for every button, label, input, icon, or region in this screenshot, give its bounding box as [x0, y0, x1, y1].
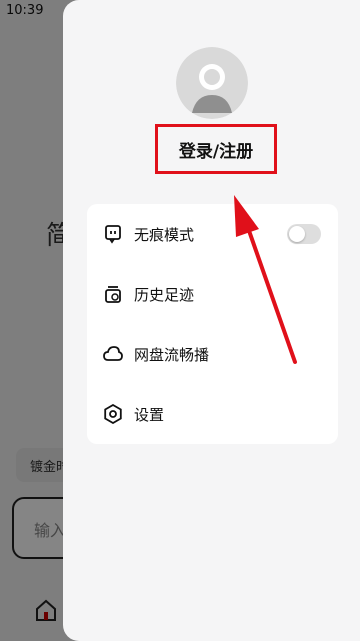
settings-icon: [104, 404, 122, 424]
menu-item-label: 设置: [134, 405, 165, 424]
menu-item-label: 历史足迹: [134, 285, 195, 304]
menu-item-history[interactable]: 历史足迹: [87, 264, 338, 324]
incognito-toggle[interactable]: [287, 224, 321, 244]
history-icon: [105, 286, 121, 303]
menu-item-incognito[interactable]: 无痕模式: [87, 204, 338, 264]
menu-item-settings[interactable]: 设置: [87, 384, 338, 444]
menu-item-label: 无痕模式: [134, 225, 195, 244]
side-drawer: 登录/注册 无痕模式 历史足迹 网盘流畅播 设置: [63, 0, 360, 641]
login-highlight-box: 登录/注册: [155, 124, 277, 174]
avatar[interactable]: [176, 47, 248, 119]
menu-card: 无痕模式 历史足迹 网盘流畅播 设置: [87, 204, 338, 444]
login-register-button[interactable]: 登录/注册: [158, 127, 274, 171]
cloud-icon: [103, 346, 123, 361]
menu-item-cloud-play[interactable]: 网盘流畅播: [87, 324, 338, 384]
toggle-knob: [289, 226, 305, 242]
menu-item-label: 网盘流畅播: [134, 345, 210, 364]
user-avatar-icon: [176, 47, 248, 119]
ghost-icon: [105, 225, 121, 244]
